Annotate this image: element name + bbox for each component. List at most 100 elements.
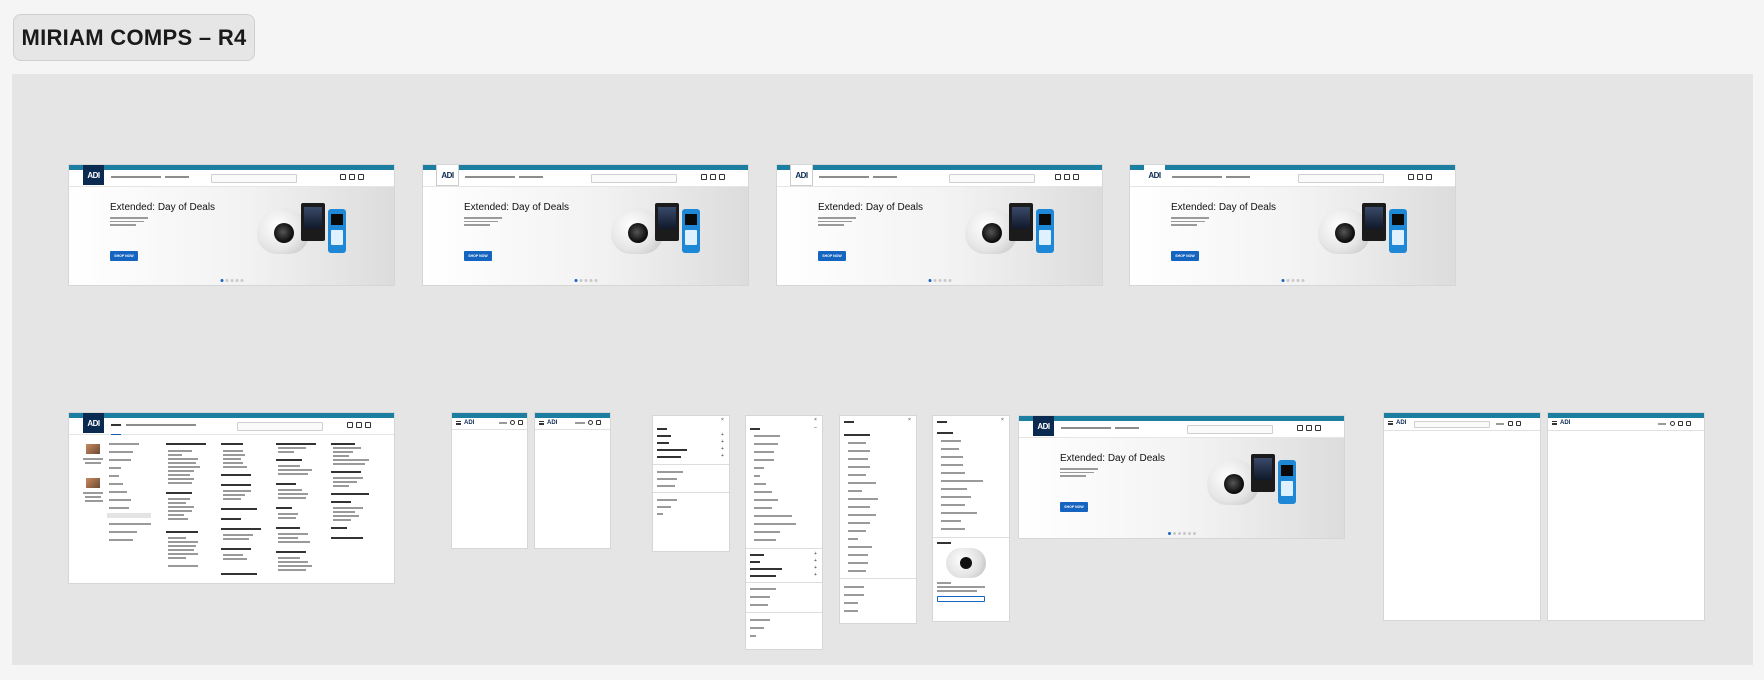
- desktop-frame-3[interactable]: ADI Extended: Day of Deals SHOP NOW: [777, 165, 1102, 285]
- adi-logo[interactable]: ADI: [1396, 420, 1406, 426]
- hero-title: Extended: Day of Deals: [1060, 453, 1166, 464]
- close-icon[interactable]: ×: [908, 417, 911, 423]
- cart-icon[interactable]: [1073, 174, 1079, 180]
- close-icon[interactable]: ×: [1001, 417, 1004, 423]
- carousel-dots[interactable]: [928, 279, 951, 282]
- desktop-frame-4[interactable]: ADI Extended: Day of Deals SHOP NOW: [1130, 165, 1455, 285]
- hamburger-menu-icon[interactable]: [539, 421, 544, 425]
- board-title: MIRIAM COMPS – R4: [13, 14, 255, 61]
- mobile-submenu-panel[interactable]: ×: [840, 416, 916, 623]
- nav-links-2: [1226, 176, 1250, 178]
- cart-icon[interactable]: [719, 174, 725, 180]
- cart-icon[interactable]: [518, 420, 523, 425]
- menu-item-highlight[interactable]: [107, 513, 151, 518]
- mobile-frame-1[interactable]: ADI: [452, 413, 527, 548]
- list-icon[interactable]: [710, 174, 716, 180]
- shop-now-button[interactable]: SHOP NOW: [110, 251, 138, 261]
- cart-icon[interactable]: [1686, 421, 1691, 426]
- adi-logo[interactable]: ADI: [1033, 416, 1054, 436]
- mobile-landscape-frame-1[interactable]: ADI: [1384, 413, 1540, 620]
- carousel-dots[interactable]: [1281, 279, 1304, 282]
- search-input[interactable]: [949, 174, 1035, 183]
- hero-banner: Extended: Day of Deals SHOP NOW: [69, 187, 394, 285]
- adi-logo[interactable]: ADI: [547, 420, 557, 426]
- account-icon[interactable]: [1055, 174, 1061, 180]
- carousel-dots[interactable]: [1167, 532, 1196, 535]
- tablet-frame[interactable]: ADI Extended: Day of Deals SHOP NOW: [1019, 416, 1344, 538]
- search-input[interactable]: [211, 174, 297, 183]
- shop-now-button[interactable]: SHOP NOW: [1060, 502, 1088, 512]
- sign-in-link[interactable]: [499, 422, 507, 424]
- hamburger-menu-icon[interactable]: [456, 421, 461, 425]
- cart-icon[interactable]: [358, 174, 364, 180]
- desktop-megamenu-frame[interactable]: ADI: [69, 413, 394, 583]
- adi-logo[interactable]: ADI: [83, 165, 104, 185]
- adi-logo[interactable]: ADI: [1560, 420, 1570, 426]
- product-camera-image[interactable]: [946, 548, 986, 578]
- carousel-dots[interactable]: [220, 279, 243, 282]
- shop-now-button[interactable]: SHOP NOW: [818, 251, 846, 261]
- list-icon[interactable]: [1417, 174, 1423, 180]
- account-icon[interactable]: [347, 422, 353, 428]
- cart-icon[interactable]: [1315, 425, 1321, 431]
- shop-now-outline-button[interactable]: [937, 596, 985, 602]
- adi-logo[interactable]: ADI: [437, 165, 458, 185]
- promo-thumbnail-1[interactable]: [86, 444, 100, 454]
- hamburger-menu-icon[interactable]: [1552, 421, 1557, 425]
- mobile-menu-panel-1[interactable]: × + + + +: [653, 416, 729, 551]
- search-icon[interactable]: [1670, 421, 1675, 426]
- mobile-menu-panel-2[interactable]: × – + + + +: [746, 416, 822, 649]
- search-input[interactable]: [591, 174, 677, 183]
- nav-links-2: [1115, 427, 1139, 429]
- nav-links-2: [873, 176, 897, 178]
- desktop-frame-1[interactable]: ADI Extended: Day of Deals SHOP NOW: [69, 165, 394, 285]
- access-panel-image: [1009, 203, 1033, 241]
- list-icon[interactable]: [1306, 425, 1312, 431]
- shop-now-button[interactable]: SHOP NOW: [1171, 251, 1199, 261]
- list-icon[interactable]: [356, 422, 362, 428]
- shop-now-button[interactable]: SHOP NOW: [464, 251, 492, 261]
- nav-shop-active[interactable]: [111, 424, 121, 426]
- search-input[interactable]: [1414, 421, 1490, 428]
- back-link[interactable]: [937, 421, 947, 423]
- account-icon[interactable]: [1408, 174, 1414, 180]
- adi-logo[interactable]: ADI: [464, 420, 474, 426]
- search-input[interactable]: [1298, 174, 1384, 183]
- mobile-frame-2[interactable]: ADI: [535, 413, 610, 548]
- hamburger-menu-icon[interactable]: [1388, 421, 1393, 425]
- sign-in-link[interactable]: [1658, 423, 1666, 425]
- sign-in-link[interactable]: [1496, 423, 1504, 425]
- close-icon[interactable]: ×: [814, 417, 817, 423]
- cable-tester-image: [682, 209, 700, 253]
- mobile-subcategory-panel[interactable]: ×: [933, 416, 1009, 621]
- close-icon[interactable]: ×: [721, 417, 724, 423]
- promo-bar: [452, 413, 527, 418]
- mobile-landscape-frame-2[interactable]: ADI: [1548, 413, 1704, 620]
- back-link[interactable]: [844, 421, 854, 423]
- account-icon[interactable]: [340, 174, 346, 180]
- list-icon[interactable]: [1508, 421, 1513, 426]
- top-nav: ADI: [69, 165, 394, 187]
- list-icon[interactable]: [1064, 174, 1070, 180]
- adi-logo[interactable]: ADI: [83, 413, 104, 433]
- search-input[interactable]: [1187, 425, 1273, 434]
- carousel-dots[interactable]: [574, 279, 597, 282]
- adi-logo[interactable]: ADI: [1144, 165, 1165, 185]
- cart-icon[interactable]: [596, 420, 601, 425]
- account-icon[interactable]: [701, 174, 707, 180]
- cart-icon[interactable]: [365, 422, 371, 428]
- promo-thumbnail-2[interactable]: [86, 478, 100, 488]
- chat-icon[interactable]: [510, 420, 515, 425]
- cart-icon[interactable]: [1426, 174, 1432, 180]
- adi-logo[interactable]: ADI: [791, 165, 812, 185]
- search-icon[interactable]: [588, 420, 593, 425]
- list-icon[interactable]: [349, 174, 355, 180]
- nav-links: [1172, 176, 1222, 178]
- list-icon[interactable]: [1678, 421, 1683, 426]
- cart-icon[interactable]: [1516, 421, 1521, 426]
- account-icon[interactable]: [1297, 425, 1303, 431]
- search-input[interactable]: [237, 422, 323, 431]
- desktop-frame-2[interactable]: ADI Extended: Day of Deals SHOP NOW: [423, 165, 748, 285]
- sign-in-link[interactable]: [575, 422, 585, 424]
- nav-links: [126, 424, 196, 426]
